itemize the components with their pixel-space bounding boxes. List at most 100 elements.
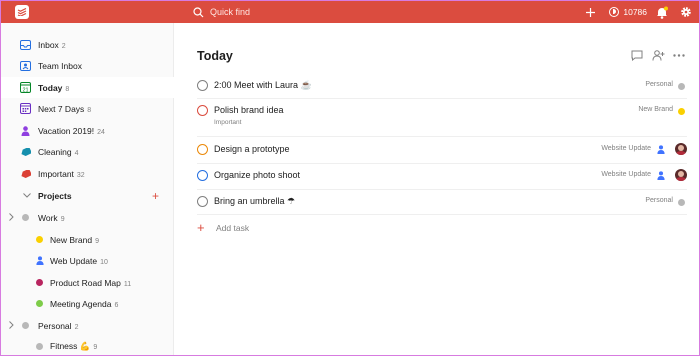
project-label: Personal (38, 320, 72, 331)
task-row[interactable]: Bring an umbrella ☂ Personal (197, 190, 687, 215)
task-project-label[interactable]: Website Update (601, 171, 651, 178)
project-color-dot (34, 234, 45, 245)
sidebar-item-label: Inbox (38, 39, 59, 50)
sidebar-item-next-7-days[interactable]: Next 7 Days 8 (1, 98, 174, 119)
chevron-right-icon[interactable] (9, 212, 14, 223)
karma-icon (609, 7, 620, 17)
sidebar-item-label: Cleaning (38, 146, 72, 157)
project-color-dot (20, 320, 31, 331)
project-count: 11 (123, 280, 132, 288)
project-count: 6 (114, 301, 119, 309)
sidebar-item-important[interactable]: Important 32 (1, 163, 174, 184)
todoist-logo[interactable] (15, 5, 29, 19)
search-icon (193, 6, 204, 17)
task-row[interactable]: Polish brand idea Important New Brand (197, 100, 687, 137)
label-tag-icon (20, 146, 31, 157)
chevron-down-icon (21, 190, 32, 201)
projects-header[interactable]: Projects + (1, 185, 174, 206)
task-name: Bring an umbrella ☂ (214, 196, 296, 206)
app-window: Quick find 10786 Inbox 2 Team Inbox 21 T… (0, 0, 700, 356)
task-name: Organize photo shoot (214, 170, 301, 180)
sidebar: Inbox 2 Team Inbox 21 Today 8 Next 7 Days 8 (1, 23, 174, 355)
project-item-product-road-map[interactable]: Product Road Map 11 (1, 272, 174, 293)
sidebar-item-count: 24 (97, 128, 105, 136)
task-complete-checkbox[interactable] (197, 80, 208, 91)
main-content: Today 2:00 Meet with Laura ☕ Personal Po… (175, 23, 699, 355)
add-person-icon[interactable] (650, 49, 666, 61)
more-options-icon[interactable] (671, 49, 687, 61)
add-task-plus-icon[interactable] (581, 3, 599, 21)
comment-icon[interactable] (629, 49, 645, 61)
project-label: Fitness 💪 (50, 341, 91, 351)
project-label: Work (38, 212, 58, 223)
project-count: 10 (100, 258, 108, 266)
project-label: Meeting Agenda (50, 298, 112, 309)
today-calendar-icon: 21 (20, 82, 31, 93)
assignee-avatar[interactable] (675, 143, 687, 155)
add-task-button[interactable]: + Add task (197, 220, 250, 235)
sidebar-item-label: Today (38, 82, 63, 93)
top-bar: Quick find 10786 (1, 1, 699, 23)
page-title: Today (197, 49, 233, 63)
person-icon (34, 255, 45, 266)
task-name: 2:00 Meet with Laura ☕ (214, 80, 312, 90)
project-color-dot (678, 199, 685, 206)
task-row[interactable]: Design a prototype Website Update (197, 138, 687, 164)
project-color-dot (34, 277, 45, 288)
project-item-meeting-agenda[interactable]: Meeting Agenda 6 (1, 293, 174, 314)
team-inbox-icon (20, 60, 31, 71)
sidebar-item-label: Important (38, 168, 74, 179)
task-name: Design a prototype (214, 144, 290, 154)
task-complete-checkbox[interactable] (197, 105, 208, 116)
sidebar-item-cleaning[interactable]: Cleaning 4 (1, 141, 174, 162)
sidebar-item-count: 8 (65, 85, 70, 93)
sidebar-item-team-inbox[interactable]: Team Inbox (1, 55, 174, 76)
add-project-plus-icon[interactable]: + (152, 190, 159, 202)
sidebar-item-count: 2 (61, 42, 66, 50)
project-color-dot (20, 212, 31, 223)
label-tag-icon (20, 168, 31, 179)
task-label-tag[interactable]: Important (214, 119, 241, 126)
sidebar-item-label: Next 7 Days (38, 103, 85, 114)
project-label: Product Road Map (50, 277, 121, 288)
project-item-work[interactable]: Work 9 (1, 207, 174, 228)
karma-count: 10786 (623, 7, 647, 17)
task-project-label[interactable]: Website Update (601, 145, 651, 152)
svg-text:21: 21 (22, 87, 28, 93)
sidebar-item-today[interactable]: 21 Today 8 (1, 77, 174, 98)
sidebar-item-inbox[interactable]: Inbox 2 (1, 34, 174, 55)
project-color-dot (678, 83, 685, 90)
search-placeholder[interactable]: Quick find (210, 7, 250, 17)
task-row[interactable]: 2:00 Meet with Laura ☕ Personal (197, 75, 687, 99)
person-icon (20, 125, 31, 136)
project-item-fitness[interactable]: Fitness 💪 9 (1, 336, 174, 355)
task-row[interactable]: Organize photo shoot Website Update (197, 164, 687, 190)
add-task-label: Add task (216, 222, 250, 233)
project-count: 2 (74, 323, 79, 331)
task-project-label[interactable]: New Brand (638, 106, 673, 113)
task-complete-checkbox[interactable] (197, 170, 208, 181)
task-name: Polish brand idea (214, 105, 284, 115)
quick-find-search[interactable]: Quick find (193, 4, 373, 20)
karma-button[interactable]: 10786 (609, 7, 647, 17)
settings-gear-icon[interactable] (677, 3, 695, 21)
project-item-personal[interactable]: Personal 2 (1, 315, 174, 336)
notifications-bell-icon[interactable] (653, 3, 671, 21)
plus-icon: + (197, 220, 205, 235)
project-count: 9 (95, 237, 99, 245)
project-color-dot (34, 298, 45, 309)
assignee-avatar[interactable] (675, 169, 687, 181)
task-complete-checkbox[interactable] (197, 144, 208, 155)
projects-header-label: Projects (38, 190, 72, 201)
task-project-label[interactable]: Personal (645, 197, 673, 204)
sidebar-item-count: 4 (74, 149, 79, 157)
chevron-right-icon[interactable] (9, 320, 14, 331)
project-item-web-update[interactable]: Web Update 10 (1, 250, 174, 271)
sidebar-item-count: 32 (76, 171, 85, 179)
sidebar-item-vacation-2019[interactable]: Vacation 2019! 24 (1, 120, 174, 141)
project-count: 9 (93, 344, 98, 351)
sidebar-item-label: Team Inbox (38, 60, 82, 71)
task-project-label[interactable]: Personal (645, 81, 673, 88)
project-item-new-brand[interactable]: New Brand 9 (1, 229, 174, 250)
task-complete-checkbox[interactable] (197, 196, 208, 207)
